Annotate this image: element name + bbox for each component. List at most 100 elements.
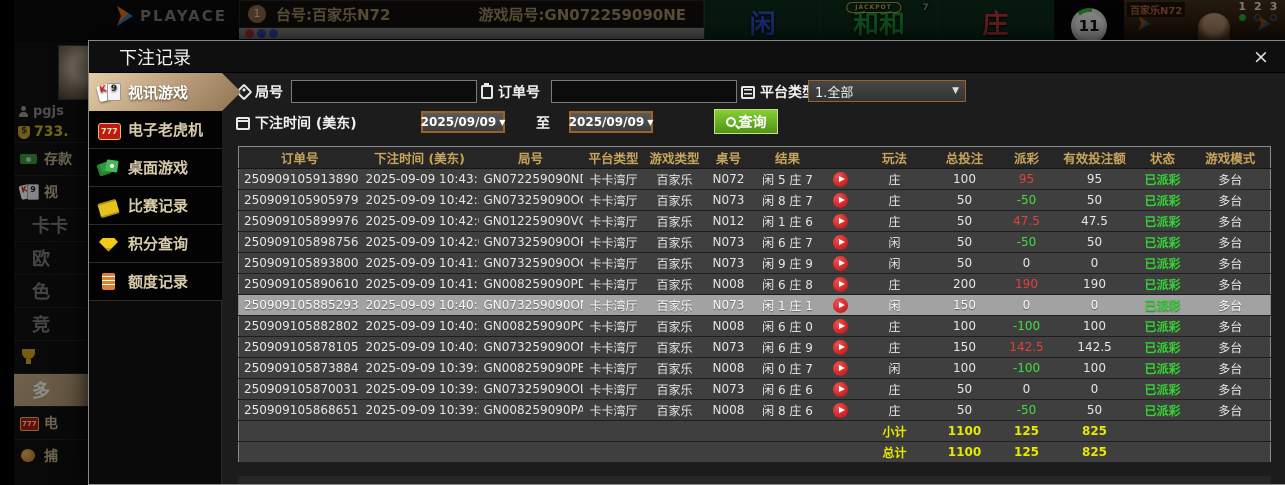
table-row[interactable]: 250909105898756 2025-09-09 10:42:02 GN07… [239,232,1271,253]
play-icon[interactable] [833,340,848,355]
chevron-down-icon: ▼ [952,86,959,96]
column-header: 下注时间 (美东) [361,147,479,169]
cell-payout: 0 [999,379,1055,400]
dialog-menu-item[interactable]: 桌面游戏 [89,149,222,187]
dialog-menu-item[interactable]: 额度记录 [89,263,222,301]
cell-game-mode: 多台 [1191,379,1271,400]
cell-total-bet: 100 [931,316,999,337]
cell-total-bet: 50 [931,232,999,253]
column-header: 有效投注额 [1055,147,1135,169]
cell-total-bet: 50 [931,190,999,211]
play-icon[interactable] [833,277,848,292]
ticket-icon [97,195,121,217]
table-row[interactable]: 250909105868651 2025-09-09 10:39:26 GN00… [239,400,1271,421]
column-header: 游戏类型 [645,147,705,169]
menu-item-label: 电子老虎机 [128,119,203,140]
table-row[interactable]: 250909105890610 2025-09-09 10:41:19 GN00… [239,274,1271,295]
cell-payout: 0 [999,253,1055,274]
play-icon[interactable] [833,403,848,418]
platform-type-select[interactable]: 1.全部 ▼ [808,80,966,102]
table-row[interactable]: 250909105913890 2025-09-09 10:43:18 GN07… [239,169,1271,190]
table-row[interactable]: 250909105878105 2025-09-09 10:40:16 GN07… [239,337,1271,358]
column-header: 状态 [1135,147,1191,169]
cell-result: 闲 6 庄 8 [753,274,823,295]
order-no-input[interactable] [551,80,737,103]
cell-game-mode: 多台 [1191,253,1271,274]
cell-payout: -50 [999,400,1055,421]
cell-valid-bet: 0 [1055,253,1135,274]
cell-game-type: 百家乐 [645,232,705,253]
query-button[interactable]: 查询 [714,109,778,134]
play-icon[interactable] [833,172,848,187]
cell-order-no: 250909105885293 [239,295,361,316]
dialog-menu-item[interactable]: 视讯游戏 [89,73,241,111]
table-header-row: 订单号下注时间 (美东)局号平台类型游戏类型桌号结果玩法总投注派彩有效投注额状态… [239,147,1271,169]
play-icon[interactable] [833,361,848,376]
dialog-menu-item[interactable]: 积分查询 [89,225,222,263]
subtotal-label: 小计 [859,421,931,442]
cell-total-bet: 50 [931,211,999,232]
play-icon[interactable] [833,382,848,397]
menu-item-label: 比赛记录 [128,195,188,216]
cell-game-type: 百家乐 [645,295,705,316]
date-to-picker[interactable]: 2025/09/09 ▼ [569,111,653,133]
cell-play-type: 庄 [859,337,931,358]
play-icon[interactable] [833,298,848,313]
cell-status: 已派彩 [1135,232,1191,253]
total-row: 总计 1100 125 825 [239,442,1271,463]
cell-game-mode: 多台 [1191,295,1271,316]
play-icon[interactable] [833,319,848,334]
to-label: 至 [536,113,550,133]
cell-status: 已派彩 [1135,316,1191,337]
cell-valid-bet: 95 [1055,169,1135,190]
platform-type-value: 1.全部 [815,82,853,101]
cell-play-type: 闲 [859,253,931,274]
date-from-picker[interactable]: 2025/09/09 ▼ [421,111,505,133]
cell-platform: 卡卡湾厅 [583,316,645,337]
total-bet: 1100 [931,442,999,463]
cell-table-no: N008 [705,316,753,337]
cell-payout: -100 [999,316,1055,337]
table-row[interactable]: 250909105905979 2025-09-09 10:42:39 GN07… [239,190,1271,211]
play-icon[interactable] [833,214,848,229]
close-icon[interactable]: × [1247,44,1271,68]
tiles-icon [97,157,121,179]
cell-bet-time: 2025-09-09 10:40:54 [361,295,479,316]
table-row[interactable]: 250909105873884 2025-09-09 10:39:54 GN00… [239,358,1271,379]
total-valid: 825 [1055,442,1135,463]
cell-total-bet: 100 [931,358,999,379]
cell-result: 闲 5 庄 7 [753,169,823,190]
table-row[interactable]: 250909105882802 2025-09-09 10:40:39 GN00… [239,316,1271,337]
cell-status: 已派彩 [1135,190,1191,211]
cell-order-no: 250909105890610 [239,274,361,295]
dialog-menu-item[interactable]: 电子老虎机 [89,111,222,149]
table-body: 250909105913890 2025-09-09 10:43:18 GN07… [239,169,1271,421]
cell-play-type: 庄 [859,316,931,337]
column-header: 总投注 [931,147,999,169]
cell-game-type: 百家乐 [645,169,705,190]
cell-game-type: 百家乐 [645,316,705,337]
dialog-menu-item[interactable]: 比赛记录 [89,187,222,225]
table-row[interactable]: 250909105885293 2025-09-09 10:40:54 GN07… [239,295,1271,316]
cell-total-bet: 100 [931,169,999,190]
table-row[interactable]: 250909105893800 2025-09-09 10:41:35 GN07… [239,253,1271,274]
cell-valid-bet: 50 [1055,400,1135,421]
cell-status: 已派彩 [1135,337,1191,358]
cell-order-no: 250909105873884 [239,358,361,379]
cell-table-no: N008 [705,274,753,295]
cell-result: 闲 8 庄 6 [753,400,823,421]
table-row[interactable]: 250909105899976 2025-09-09 10:42:07 GN01… [239,211,1271,232]
play-icon[interactable] [833,193,848,208]
play-icon[interactable] [833,256,848,271]
cell-game-type: 百家乐 [645,400,705,421]
table-row[interactable]: 250909105870031 2025-09-09 10:39:34 GN07… [239,379,1271,400]
cell-table-no: N073 [705,190,753,211]
cell-game-mode: 多台 [1191,316,1271,337]
play-icon[interactable] [833,235,848,250]
cell-total-bet: 50 [931,400,999,421]
round-no-input[interactable] [291,80,477,103]
cell-replay [823,232,859,253]
cell-result: 闲 1 庄 1 [753,295,823,316]
cell-round-no: GN072259090ND [479,169,583,190]
clipboard-icon [481,85,493,99]
